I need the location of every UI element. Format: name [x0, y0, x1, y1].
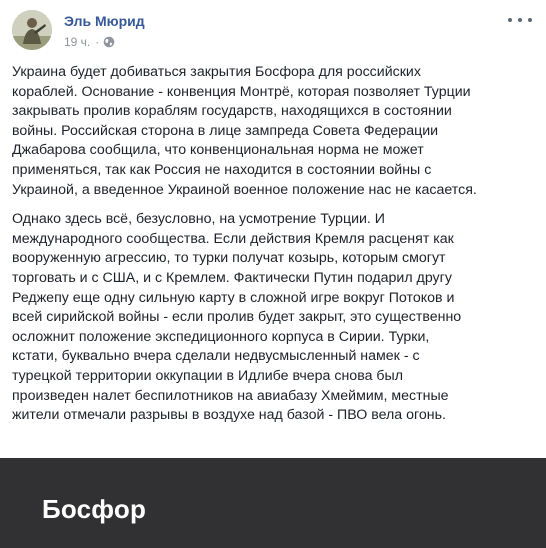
post-timestamp[interactable]: 19 ч.	[64, 35, 90, 49]
author-name[interactable]: Эль Мюрид	[64, 13, 145, 29]
meta-separator: ·	[95, 35, 100, 49]
more-options-icon[interactable]	[508, 12, 532, 28]
post-text: Украина будет добиваться закрытия Босфор…	[12, 63, 536, 436]
post-paragraph-1: Украина будет добиваться закрытия Босфор…	[12, 64, 477, 198]
post-header: Эль Мюрид 19 ч. ·	[12, 8, 546, 56]
author-avatar[interactable]	[12, 10, 52, 50]
link-preview-title: Босфор	[42, 494, 147, 524]
globe-icon	[103, 36, 115, 48]
post-meta: 19 ч. ·	[64, 35, 115, 49]
link-preview-card[interactable]: Босфор	[0, 458, 546, 548]
avatar-image	[12, 10, 52, 50]
post-paragraph-2: Однако здесь всё, безусловно, на усмотре…	[12, 211, 462, 424]
